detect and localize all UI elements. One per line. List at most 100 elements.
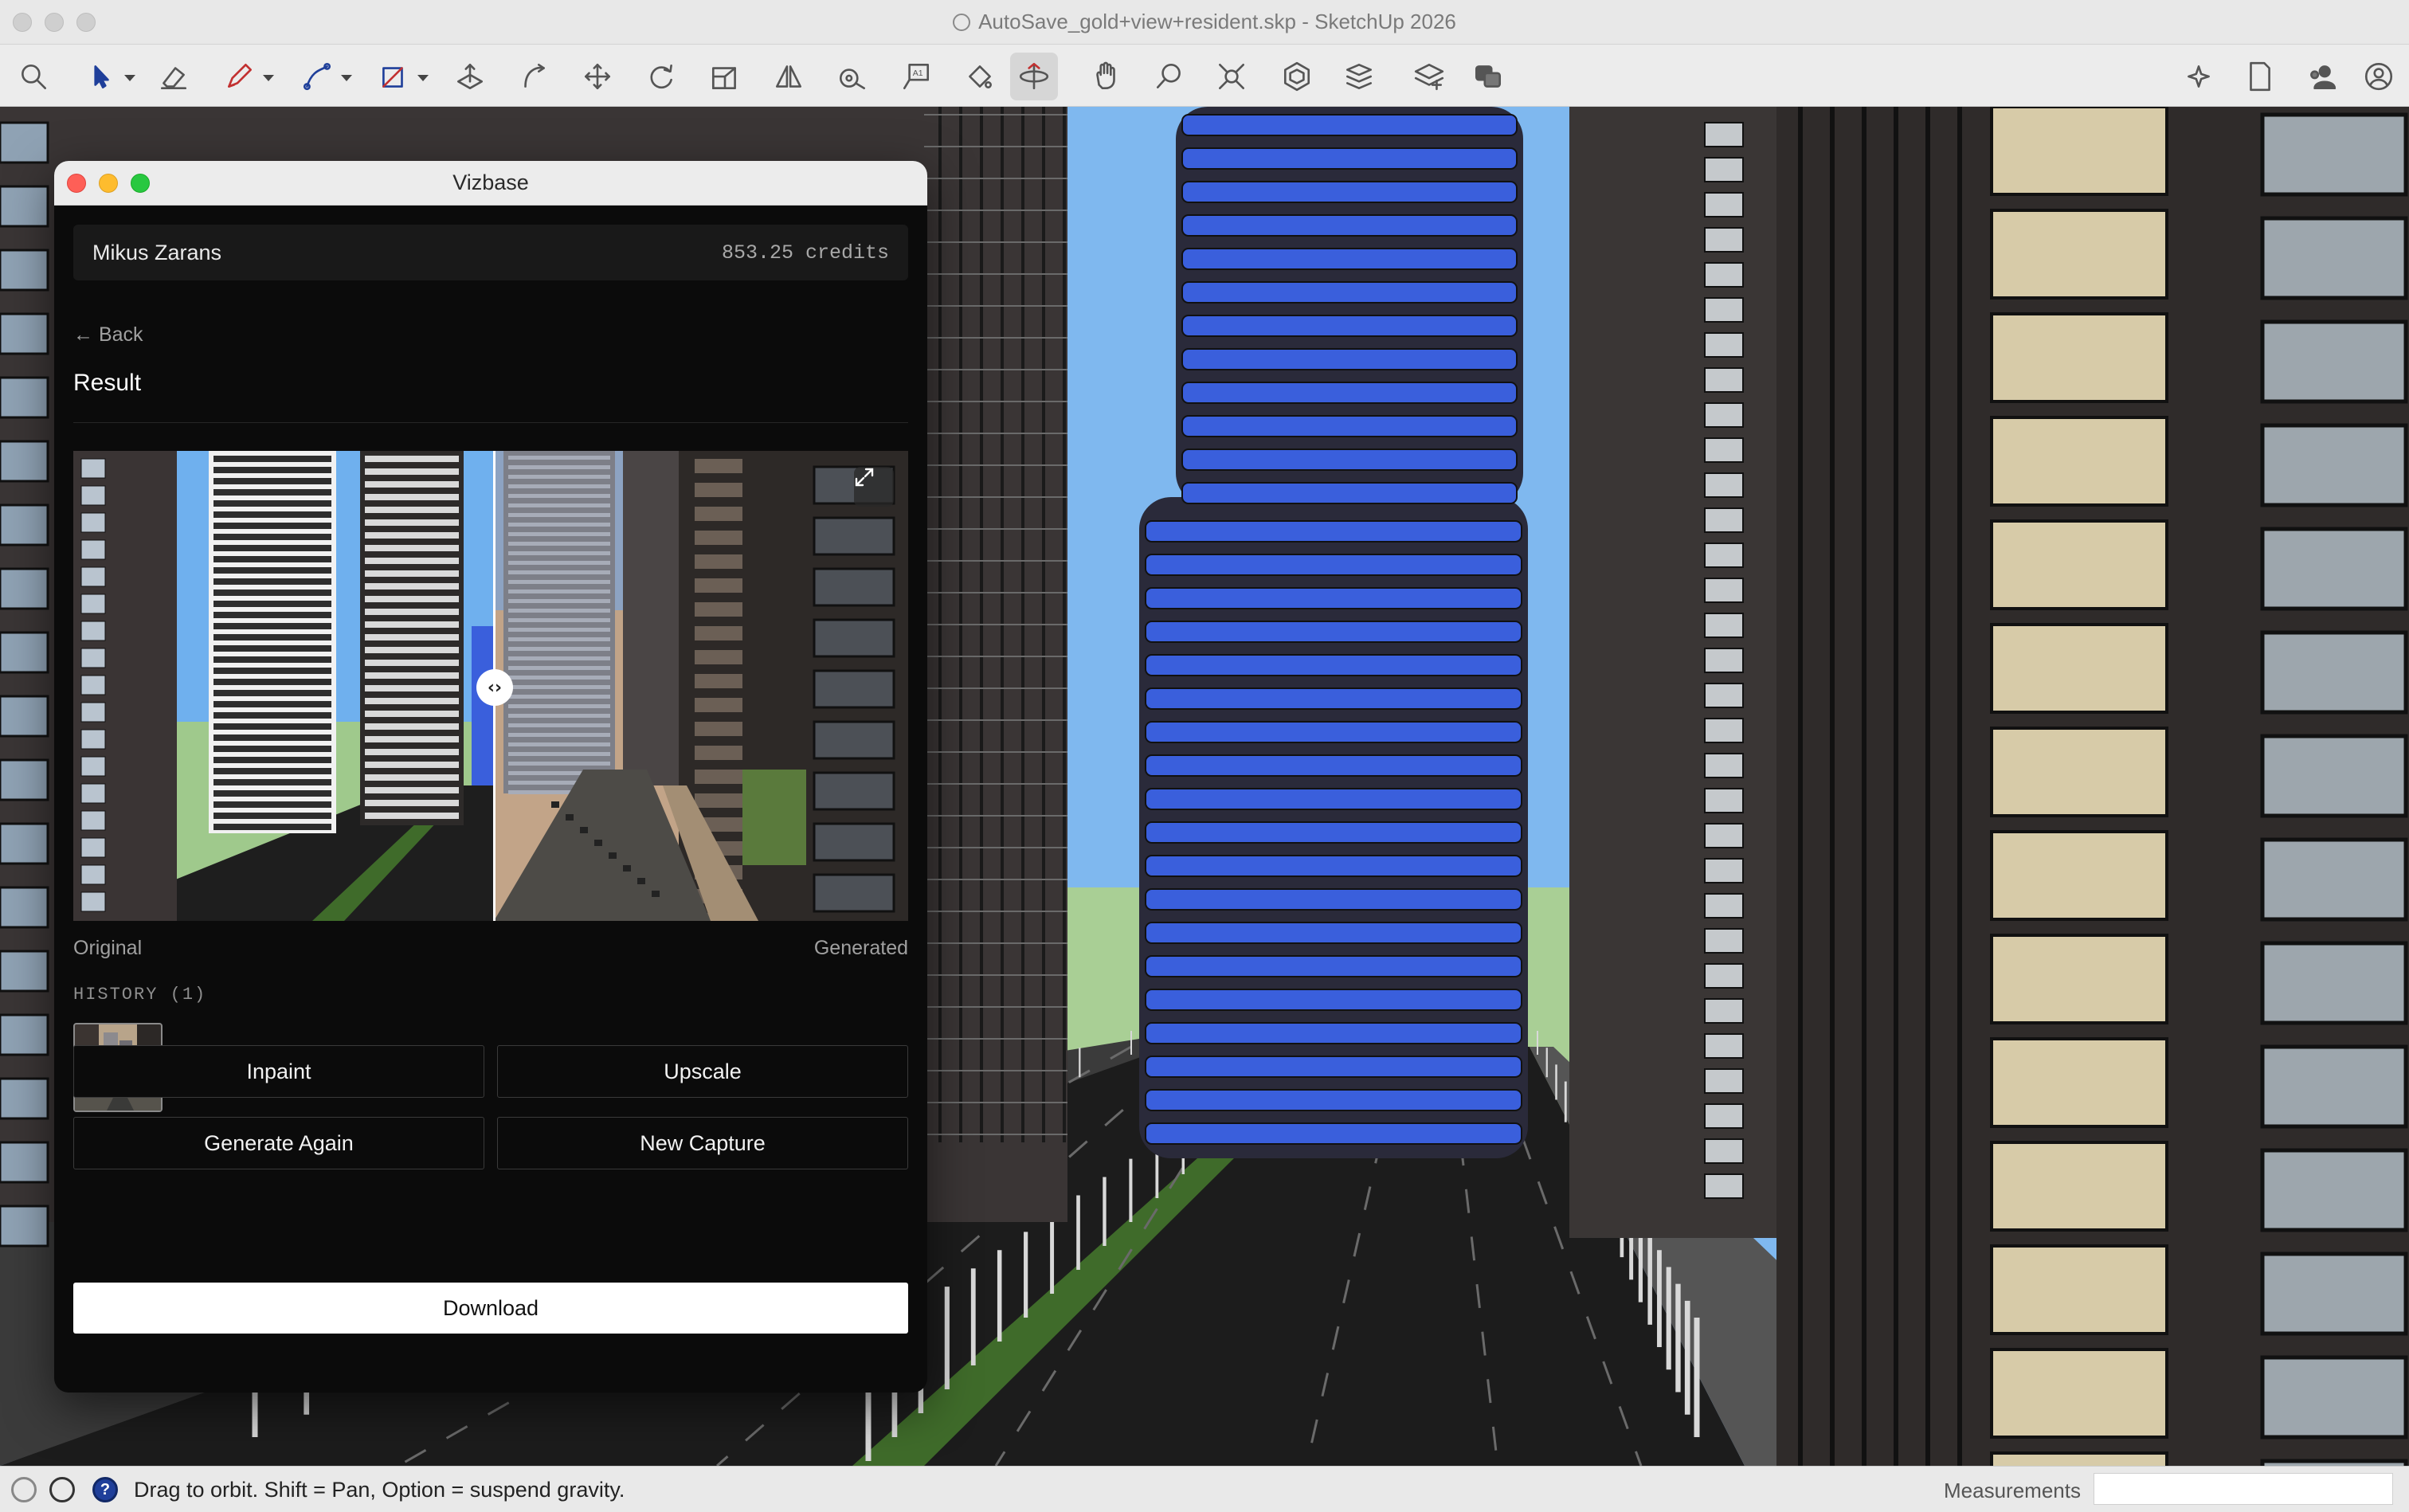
expand-icon[interactable] [854, 467, 894, 507]
balcony [1990, 312, 2168, 403]
components-icon[interactable] [1273, 53, 1321, 100]
original-window-row [365, 494, 459, 500]
original-window-row [213, 790, 331, 797]
generated-tower-band [508, 637, 610, 641]
original-left-window [80, 837, 106, 858]
generated-tower-band [508, 704, 610, 708]
generated-tower-band [508, 609, 610, 613]
section-divider [73, 422, 908, 423]
left-window [0, 950, 49, 993]
tower-window-band [1145, 821, 1522, 844]
account-icon[interactable] [2355, 53, 2403, 100]
original-left-window [80, 891, 106, 912]
back-link[interactable]: ← Back [73, 323, 143, 347]
tower-window-band [1181, 181, 1518, 203]
pencil-icon[interactable] [215, 53, 274, 100]
upscale-button[interactable]: Upscale [497, 1045, 908, 1098]
generated-tower-band [508, 523, 610, 527]
credits-info-icon[interactable] [49, 1477, 75, 1502]
generate-again-button[interactable]: Generate Again [73, 1117, 484, 1169]
tower-window-band [1145, 1089, 1522, 1111]
comparison-handle-icon[interactable]: ‹› [476, 669, 513, 706]
original-window-row [213, 634, 331, 640]
tower-window-band [1145, 687, 1522, 710]
zoom-icon[interactable] [1146, 53, 1193, 100]
tower-window-band [1145, 1022, 1522, 1044]
inpaint-button[interactable]: Inpaint [73, 1045, 484, 1098]
balcony [1990, 1348, 2168, 1439]
generated-tower-band [508, 551, 610, 555]
geo-location-icon[interactable] [11, 1477, 37, 1502]
generated-tower-band [508, 456, 610, 460]
tower-window-band [1181, 482, 1518, 504]
tape-measure-icon[interactable] [828, 53, 876, 100]
paint-bucket-icon[interactable] [956, 53, 1004, 100]
download-button[interactable]: Download [73, 1283, 908, 1334]
generated-car [652, 891, 660, 897]
comparison-slider[interactable]: ‹› [73, 451, 908, 921]
original-window-row [213, 467, 331, 473]
measurements-input[interactable] [2094, 1473, 2393, 1505]
right-window [1704, 648, 1744, 673]
tower-window-band [1181, 449, 1518, 471]
original-window-row [213, 746, 331, 752]
original-window-row [213, 690, 331, 696]
right-window [1704, 402, 1744, 428]
line-icon[interactable] [293, 53, 352, 100]
layers-icon[interactable] [1405, 53, 1453, 100]
original-window-row [213, 623, 331, 629]
vizbase-titlebar[interactable]: Vizbase [54, 161, 927, 206]
original-left-window [80, 810, 106, 831]
generated-balcony [813, 567, 895, 607]
left-window [0, 249, 49, 292]
pan-icon[interactable] [1082, 53, 1130, 100]
ai-sparkle-icon[interactable] [2175, 53, 2223, 100]
right-window [1704, 1173, 1744, 1199]
original-window-row [213, 813, 331, 819]
left-window [0, 567, 49, 610]
apartment-window [2260, 319, 2408, 404]
original-window-row [213, 578, 331, 585]
zoom-extents-icon[interactable] [1208, 53, 1255, 100]
flip-icon[interactable] [765, 53, 813, 100]
generated-window [695, 459, 742, 473]
svg-text:A1: A1 [913, 69, 923, 78]
generated-window [695, 793, 742, 808]
search-icon[interactable] [10, 53, 57, 100]
generated-window [695, 746, 742, 760]
new-capture-button[interactable]: New Capture [497, 1117, 908, 1169]
original-window-row [213, 712, 331, 719]
right-window [1704, 1138, 1744, 1164]
users-icon[interactable] [2297, 53, 2345, 100]
right-window [1704, 1033, 1744, 1059]
original-left-window [80, 756, 106, 777]
rotate-icon[interactable] [637, 53, 685, 100]
move-icon[interactable] [574, 53, 621, 100]
orbit-icon[interactable] [1010, 53, 1058, 100]
balcony [1990, 830, 2168, 921]
generated-tower-band [508, 676, 610, 680]
eraser-icon[interactable] [150, 53, 198, 100]
right-window [1704, 963, 1744, 989]
text-label-icon[interactable]: A1 [892, 53, 940, 100]
scale-icon[interactable] [701, 53, 749, 100]
materials-icon[interactable] [1335, 53, 1383, 100]
right-window [1704, 297, 1744, 323]
follow-me-icon[interactable] [510, 53, 558, 100]
tower-window-band [1145, 587, 1522, 609]
right-window [1704, 472, 1744, 498]
original-window-row [365, 456, 459, 462]
push-pull-icon[interactable] [446, 53, 494, 100]
select-icon[interactable] [76, 53, 135, 100]
tower-window-band [1181, 315, 1518, 337]
help-icon[interactable]: ? [92, 1477, 118, 1502]
window-title: AutoSave_gold+view+resident.skp - Sketch… [978, 10, 1456, 33]
generated-balcony [813, 822, 895, 862]
scenes-icon[interactable] [1464, 53, 1512, 100]
new-document-icon[interactable] [2235, 53, 2283, 100]
original-window-row [213, 679, 331, 685]
original-tower-edge [472, 626, 494, 785]
original-window-row [365, 647, 459, 653]
generated-tower-band [508, 685, 610, 689]
rectangle-icon[interactable] [370, 53, 429, 100]
